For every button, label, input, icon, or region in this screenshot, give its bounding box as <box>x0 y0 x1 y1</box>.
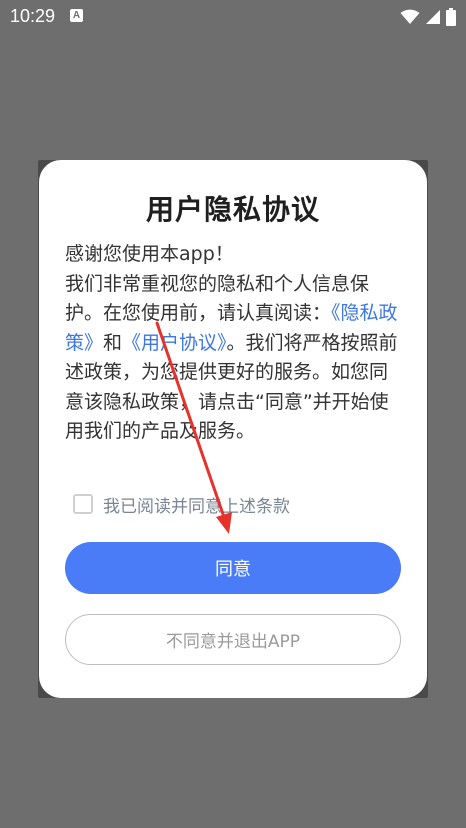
body-text-1: 我们非常重视您的隐私和个人信息保护。在您使用前，请认真阅读： <box>65 272 370 325</box>
status-icons <box>400 8 456 26</box>
dialog-body: 感谢您使用本app！ 我们非常重视您的隐私和个人信息保护。在您使用前，请认真阅读… <box>65 240 401 470</box>
status-time: 10:29 <box>10 6 56 26</box>
policy-paragraph: 我们非常重视您的隐私和个人信息保护。在您使用前，请认真阅读：《隐私政策》和《用户… <box>65 270 401 447</box>
signal-icon <box>426 10 440 24</box>
disagree-exit-button[interactable]: 不同意并退出APP <box>65 614 401 665</box>
agree-button[interactable]: 同意 <box>65 542 401 594</box>
battery-icon <box>446 8 456 26</box>
greeting-text: 感谢您使用本app！ <box>65 243 234 265</box>
status-bar: 10:29 A <box>0 0 466 34</box>
agree-checkbox[interactable] <box>73 494 93 514</box>
agree-checkbox-label[interactable]: 我已阅读并同意上述条款 <box>103 492 290 517</box>
user-agreement-link[interactable]: 《用户协议》 <box>122 332 227 354</box>
dialog-title: 用户隐私协议 <box>145 193 320 226</box>
wifi-icon <box>400 9 420 24</box>
notification-icon: A <box>70 9 83 22</box>
agree-terms-row[interactable]: 我已阅读并同意上述条款 <box>73 492 290 517</box>
and-text: 和 <box>103 331 123 354</box>
privacy-dialog: 用户隐私协议 感谢您使用本app！ 我们非常重视您的隐私和个人信息保护。在您使用… <box>39 160 427 698</box>
